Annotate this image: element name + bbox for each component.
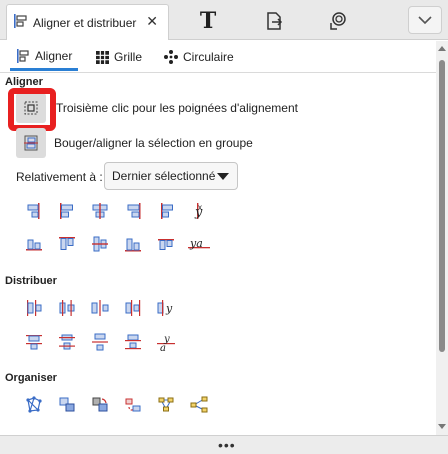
align-top-edges-icon[interactable] <box>55 232 79 256</box>
align-left-edges-icon[interactable] <box>55 199 79 223</box>
subtab-grid-label: Grille <box>114 50 143 64</box>
align-text-anchors-horizontal-icon[interactable]: yx <box>187 199 211 223</box>
rearrange-graph-icon[interactable] <box>22 393 46 417</box>
center-on-horizontal-axis-icon[interactable] <box>88 232 112 256</box>
align-subtabs: Aligner Grille Circulaire <box>0 41 436 72</box>
svg-text:x: x <box>198 203 202 212</box>
align-distribute-icon <box>13 13 29 32</box>
unclump-icon[interactable] <box>154 393 178 417</box>
distribute-top-edges-icon[interactable] <box>22 330 46 354</box>
align-top-to-bottom-anchor-icon[interactable] <box>154 232 178 256</box>
export-icon <box>267 12 283 30</box>
objects-tab-button[interactable] <box>322 6 354 36</box>
exchange-positions-clockwise-icon[interactable] <box>88 393 112 417</box>
remove-overlaps-icon[interactable] <box>187 393 211 417</box>
dialog-menu-button[interactable] <box>408 6 442 34</box>
distribute-baselines-horizontal-icon[interactable]: y <box>154 296 178 320</box>
align-row-vertical: ya <box>22 232 211 256</box>
option-move-align-group: Bouger/aligner la sélection en groupe <box>16 128 253 158</box>
align-bottom-to-top-anchor-icon[interactable] <box>22 232 46 256</box>
section-title-align: Aligner <box>5 76 43 88</box>
group-align-icon <box>24 135 38 151</box>
align-icon <box>17 48 29 63</box>
subtab-grid[interactable]: Grille <box>90 43 148 71</box>
grip-dots-icon: ••• <box>218 437 236 453</box>
align-right-edges-icon[interactable] <box>121 199 145 223</box>
align-left-edge-to-right-anchor-icon[interactable] <box>154 199 178 223</box>
align-baselines-icon[interactable]: ya <box>187 232 211 256</box>
export-tab-button[interactable] <box>258 6 290 36</box>
scroll-down-icon[interactable] <box>438 424 446 429</box>
distribute-left-edges-icon[interactable] <box>22 296 46 320</box>
arrange-row <box>22 393 211 417</box>
tab-align-and-distribute[interactable]: Aligner et distribuer ✕ <box>6 4 169 40</box>
text-and-font-tab-button[interactable]: T <box>192 6 224 36</box>
subtabs-divider <box>0 72 436 73</box>
distribute-gaps-horizontal-icon[interactable] <box>88 296 112 320</box>
relative-to-value: Dernier sélectionné <box>112 169 216 183</box>
randomize-positions-icon[interactable] <box>121 393 145 417</box>
center-on-vertical-axis-icon[interactable] <box>88 199 112 223</box>
move-align-group-label: Bouger/aligner la sélection en groupe <box>54 136 253 150</box>
distribute-centers-vertical-icon[interactable] <box>55 330 79 354</box>
distribute-row-horizontal: y <box>22 296 178 320</box>
distribute-bottom-edges-icon[interactable] <box>121 330 145 354</box>
third-click-handles-label: Troisième clic pour les poignées d'align… <box>56 101 298 115</box>
align-bottom-edges-icon[interactable] <box>121 232 145 256</box>
distribute-centers-horizontal-icon[interactable] <box>55 296 79 320</box>
baseline-glyph: ya <box>189 237 203 250</box>
exchange-positions-icon[interactable] <box>55 393 79 417</box>
relative-to-dropdown[interactable]: Dernier sélectionné <box>104 162 238 190</box>
dropdown-caret-icon <box>217 173 229 180</box>
text-tool-icon: T <box>199 8 217 34</box>
grid-icon <box>96 50 109 64</box>
objects-icon <box>330 12 346 30</box>
subtab-align-label: Aligner <box>35 48 73 63</box>
align-row-horizontal: yx <box>22 199 211 223</box>
relative-to-label: Relativement à : <box>16 170 103 184</box>
chevron-down-icon <box>418 16 432 25</box>
scroll-up-icon[interactable] <box>438 46 446 51</box>
distribute-right-edges-icon[interactable] <box>121 296 145 320</box>
distribute-gaps-vertical-icon[interactable] <box>88 330 112 354</box>
svg-text:y: y <box>165 302 173 315</box>
section-title-distribute: Distribuer <box>5 275 57 287</box>
circular-icon <box>164 50 178 64</box>
panel-resize-handle[interactable]: ••• <box>0 435 448 454</box>
scrollbar-thumb[interactable] <box>439 60 445 352</box>
move-align-group-toggle[interactable] <box>16 128 46 158</box>
subtab-circular-label: Circulaire <box>183 50 234 64</box>
distribute-row-vertical: ya <box>22 330 178 354</box>
section-title-arrange: Organiser <box>5 372 57 384</box>
svg-text:a: a <box>160 343 166 352</box>
option-third-click-handles: Troisième clic pour les poignées d'align… <box>16 93 298 123</box>
subtab-circular[interactable]: Circulaire <box>158 43 240 71</box>
close-tab-icon[interactable]: ✕ <box>146 13 158 30</box>
tab-label: Aligner et distribuer <box>33 15 137 30</box>
subtab-align[interactable]: Aligner <box>10 43 79 71</box>
highlight-box <box>8 88 56 131</box>
align-right-edge-to-left-anchor-icon[interactable] <box>22 199 46 223</box>
distribute-baselines-vertical-icon[interactable]: ya <box>154 330 178 354</box>
dialog-tab-strip: Aligner et distribuer ✕ T <box>0 0 448 40</box>
